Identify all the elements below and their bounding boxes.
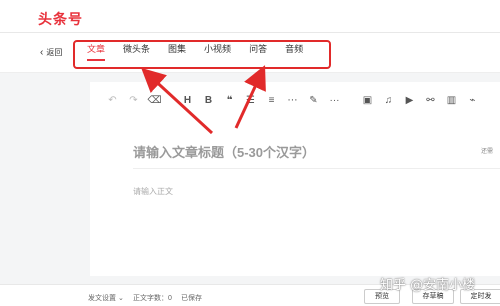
body-input[interactable]: 请输入正文 — [133, 186, 173, 197]
attachment-icon[interactable]: ⌁ — [462, 94, 483, 108]
title-divider — [133, 168, 500, 169]
top-header: 头条号 — [0, 0, 500, 33]
more-icon[interactable]: ··· — [324, 94, 345, 108]
title-input[interactable]: 请输入文章标题（5-30个汉字） — [133, 142, 315, 161]
image-icon[interactable]: ▣ — [357, 94, 378, 108]
back-label: 返回 — [46, 48, 63, 57]
audio-icon[interactable]: ♫ — [378, 94, 399, 108]
chart-icon[interactable]: ▥ — [441, 94, 462, 108]
divider-icon[interactable]: ⋯ — [282, 94, 303, 108]
publish-settings-dropdown[interactable]: 发文设置 ⌄ — [88, 293, 124, 303]
publish-settings-label: 发文设置 — [88, 295, 116, 302]
redo-icon[interactable]: ↷ — [123, 94, 144, 108]
watermark: 知乎 @安南小楼 — [380, 278, 476, 293]
title-side-note: 还需 — [481, 149, 494, 155]
bold-icon[interactable]: B — [198, 94, 219, 108]
heading-icon[interactable]: H — [177, 94, 198, 108]
save-status: 已保存 — [181, 295, 202, 302]
eraser-icon[interactable]: ⌫ — [144, 94, 165, 108]
logo[interactable]: 头条号 — [38, 9, 83, 29]
unordered-list-icon[interactable]: ≡ — [261, 94, 282, 108]
word-count: 正文字数：0 — [133, 295, 172, 302]
ordered-list-icon[interactable]: ☰ — [240, 94, 261, 108]
annotation-highlight-box — [73, 40, 331, 69]
editor-toolbar: ↶ ↷ ⌫ H B ❝ ☰ ≡ ⋯ ✎ ··· ▣ ♫ ▶ ⚯ ▥ ⌁ — [90, 88, 500, 114]
quote-icon[interactable]: ❝ — [219, 94, 240, 108]
text-color-icon[interactable]: ✎ — [303, 94, 324, 108]
chevron-left-icon: ‹ — [40, 46, 44, 58]
back-button[interactable]: ‹ 返回 — [40, 47, 62, 58]
video-icon[interactable]: ▶ — [399, 94, 420, 108]
undo-icon[interactable]: ↶ — [102, 94, 123, 108]
link-icon[interactable]: ⚯ — [420, 94, 441, 108]
